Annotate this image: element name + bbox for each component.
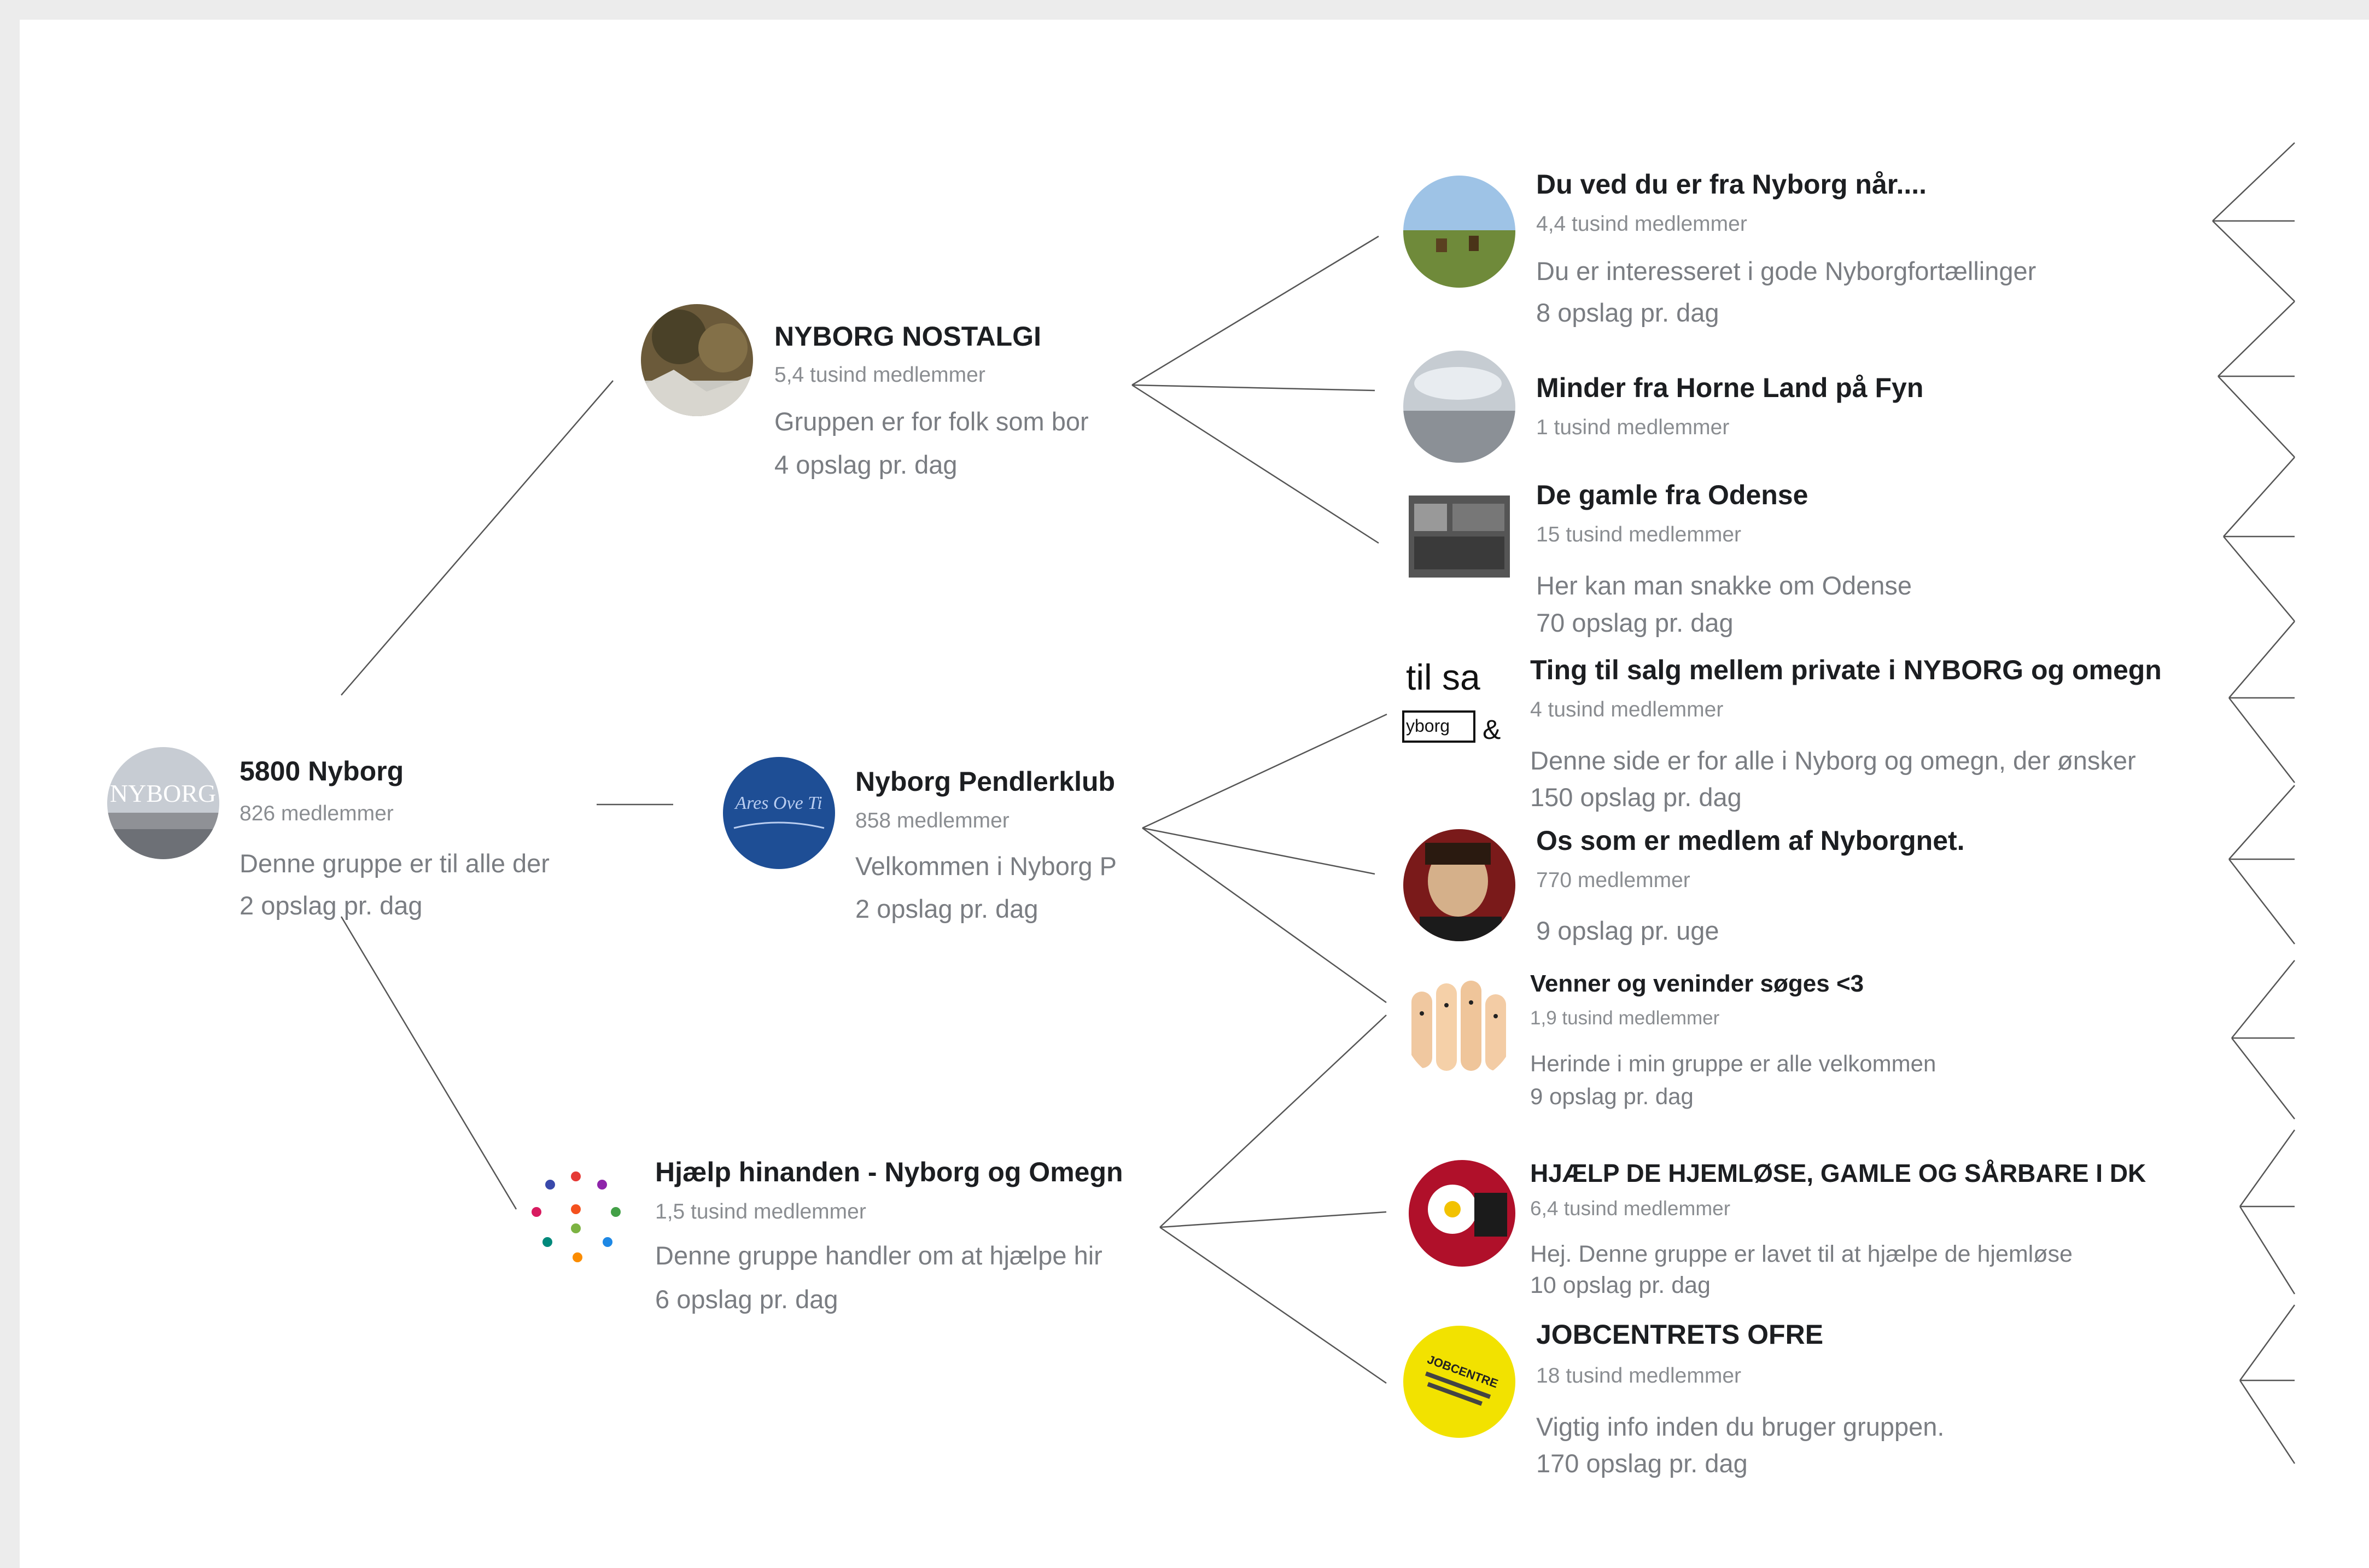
- group-avatar[interactable]: til sa yborg &: [1401, 649, 1513, 761]
- group-title[interactable]: JOBCENTRETS OFRE: [1536, 1319, 1823, 1350]
- group-members: 4,4 tusind medlemmer: [1536, 212, 1747, 236]
- group-description: Hej. Denne gruppe er lavet til at hjælpe…: [1530, 1241, 2073, 1267]
- group-avatar[interactable]: [1403, 176, 1515, 288]
- group-title[interactable]: Venner og veninder søges <3: [1530, 970, 1864, 998]
- group-members: 1,5 tusind medlemmer: [655, 1200, 866, 1223]
- group-avatar[interactable]: [1403, 479, 1515, 591]
- group-avatar[interactable]: [1403, 829, 1515, 941]
- edge-hjaelp-venner: [1159, 1015, 1387, 1228]
- group-description: Vigtig info inden du bruger gruppen.: [1536, 1412, 1945, 1441]
- group-members: 1 tusind medlemmer: [1536, 416, 1730, 439]
- edge-nostalgi-minder: [1131, 384, 1375, 392]
- group-posts: 9 opslag pr. dag: [1530, 1083, 1694, 1109]
- edge-pendler-ting: [1142, 713, 1387, 829]
- edge-hjaelp-jobcentret: [1159, 1226, 1387, 1384]
- group-posts: 150 opslag pr. dag: [1530, 783, 1742, 812]
- group-members: 1,9 tusind medlemmer: [1530, 1007, 1720, 1029]
- group-members: 770 medlemmer: [1536, 868, 1690, 892]
- svg-text:til sa: til sa: [1406, 657, 1480, 697]
- edge-pendler-venner: [1142, 827, 1387, 1004]
- svg-text:Ares Ove Ti: Ares Ove Ti: [734, 793, 822, 813]
- edge-hjaelp-hjemlose: [1159, 1211, 1387, 1228]
- next-level-connectors: [2212, 142, 2296, 1464]
- group-title[interactable]: Du ved du er fra Nyborg når....: [1536, 168, 1927, 200]
- group-members: 826 medlemmer: [240, 802, 394, 825]
- group-title[interactable]: Hjælp hinanden - Nyborg og Omegn: [655, 1156, 1123, 1188]
- group-posts: 8 opslag pr. dag: [1536, 298, 1719, 327]
- group-avatar[interactable]: [641, 304, 753, 416]
- group-description: Denne side er for alle i Nyborg og omegn…: [1530, 746, 2136, 775]
- group-avatar[interactable]: [1409, 1160, 1515, 1267]
- group-title[interactable]: Minder fra Horne Land på Fyn: [1536, 372, 1923, 404]
- group-description: Denne gruppe handler om at hjælpe hir: [655, 1241, 1102, 1270]
- group-members: 6,4 tusind medlemmer: [1530, 1197, 1731, 1220]
- diagram-canvas: NYBORG 5800 Nyborg 826 medlemmer Denne g…: [20, 20, 2369, 1568]
- svg-text:yborg: yborg: [1406, 716, 1450, 736]
- group-posts: 2 opslag pr. dag: [240, 891, 423, 920]
- group-posts: 10 opslag pr. dag: [1530, 1272, 1711, 1298]
- group-posts: 170 opslag pr. dag: [1536, 1449, 1748, 1478]
- group-avatar[interactable]: [1403, 970, 1515, 1082]
- edge-root-nostalgi: [341, 380, 614, 696]
- edge-root-hjaelp: [340, 916, 517, 1210]
- group-members: 18 tusind medlemmer: [1536, 1364, 1741, 1388]
- group-members: 5,4 tusind medlemmer: [774, 363, 985, 387]
- group-title[interactable]: Ting til salg mellem private i NYBORG og…: [1530, 654, 2162, 686]
- svg-text:&: &: [1483, 714, 1501, 745]
- group-avatar[interactable]: JOBCENTRE: [1403, 1326, 1515, 1438]
- group-description: Denne gruppe er til alle der: [240, 849, 550, 878]
- group-avatar[interactable]: [520, 1160, 632, 1272]
- group-avatar[interactable]: NYBORG: [107, 747, 219, 859]
- edge-nostalgi-duved: [1131, 235, 1379, 386]
- group-description: Her kan man snakke om Odense: [1536, 571, 1912, 600]
- group-avatar[interactable]: Ares Ove Ti: [723, 757, 835, 869]
- group-posts: 9 opslag pr. uge: [1536, 916, 1719, 945]
- group-title[interactable]: NYBORG NOSTALGI: [774, 320, 1041, 352]
- group-avatar[interactable]: [1403, 351, 1515, 463]
- group-description: Gruppen er for folk som bor: [774, 407, 1089, 436]
- group-posts: 6 opslag pr. dag: [655, 1285, 838, 1314]
- group-members: 858 medlemmer: [855, 809, 1010, 832]
- group-posts: 70 opslag pr. dag: [1536, 608, 1734, 637]
- group-title[interactable]: Os som er medlem af Nyborgnet.: [1536, 825, 1965, 856]
- group-description: Herinde i min gruppe er alle velkommen: [1530, 1051, 1936, 1076]
- group-title[interactable]: De gamle fra Odense: [1536, 479, 1808, 511]
- svg-text:NYBORG: NYBORG: [110, 779, 216, 807]
- group-description: Velkommen i Nyborg P: [855, 852, 1117, 881]
- group-title[interactable]: 5800 Nyborg: [240, 755, 404, 787]
- group-description: Du er interesseret i gode Nyborgfortælli…: [1536, 257, 2037, 285]
- group-posts: 4 opslag pr. dag: [774, 450, 958, 479]
- group-members: 4 tusind medlemmer: [1530, 698, 1724, 721]
- group-title[interactable]: HJÆLP DE HJEMLØSE, GAMLE OG SÅRBARE I DK: [1530, 1158, 2146, 1188]
- edge-nostalgi-gamle: [1131, 384, 1379, 544]
- group-members: 15 tusind medlemmer: [1536, 523, 1741, 546]
- group-title[interactable]: Nyborg Pendlerklub: [855, 766, 1115, 797]
- edge-pendler-os: [1142, 827, 1375, 875]
- group-posts: 2 opslag pr. dag: [855, 894, 1038, 923]
